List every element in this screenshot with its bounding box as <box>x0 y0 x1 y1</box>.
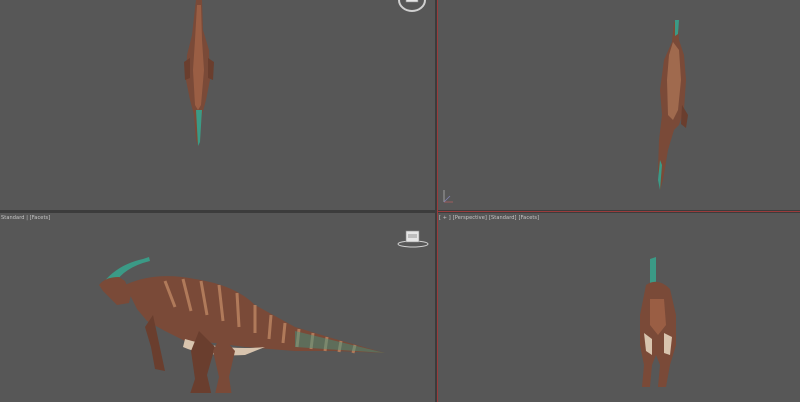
axis-gizmo-icon <box>440 186 456 206</box>
viewport-menu-facets[interactable]: [Facets] <box>519 215 540 221</box>
viewport-menu-plus[interactable]: [ + ] <box>439 215 451 221</box>
viewport-divider-vertical[interactable] <box>435 0 438 402</box>
viewport-label-perspective[interactable]: [ + ] [Perspective] [Standard] [Facets] <box>439 215 541 221</box>
viewcube-icon[interactable] <box>396 230 430 248</box>
viewport-top[interactable] <box>0 0 435 210</box>
viewport-left[interactable]: Standard | [Facets] <box>0 213 435 402</box>
dinosaur-model-top-view[interactable] <box>176 0 222 150</box>
viewport-divider-horizontal[interactable] <box>0 210 800 213</box>
viewport-label-left[interactable]: Standard | [Facets] <box>1 215 50 221</box>
viewport-menu-shading[interactable]: [Standard] <box>489 215 517 221</box>
dinosaur-model-left-view[interactable] <box>95 251 390 393</box>
viewport-perspective[interactable]: [ + ] [Perspective] [Standard] [Facets] <box>438 213 800 402</box>
dinosaur-model-front-view[interactable] <box>646 20 696 192</box>
dinosaur-model-perspective-view[interactable] <box>636 255 680 389</box>
viewport-menu-perspective[interactable]: [Perspective] <box>453 215 487 221</box>
viewport-front[interactable] <box>438 0 800 210</box>
viewcube-icon[interactable] <box>396 0 428 16</box>
